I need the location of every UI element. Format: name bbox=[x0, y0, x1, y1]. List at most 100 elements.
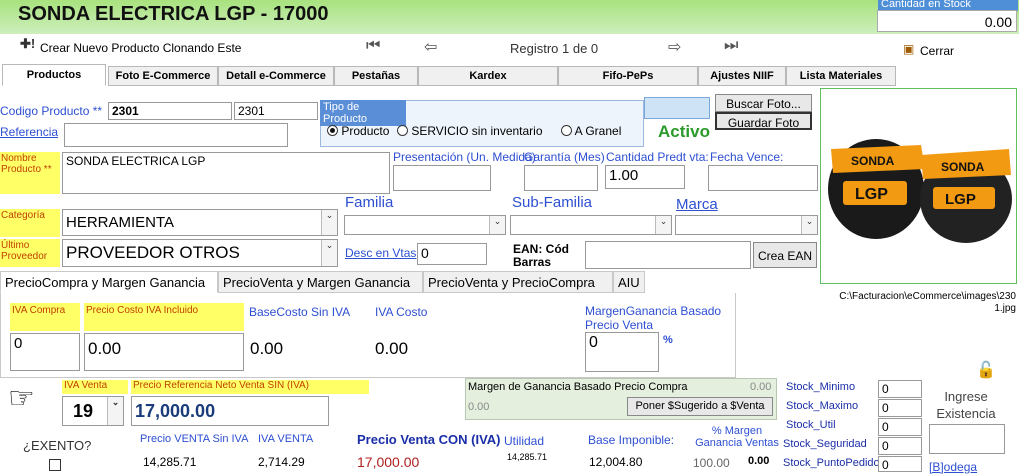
garantia-input[interactable] bbox=[524, 165, 598, 191]
poner-sugerido-button[interactable]: Poner $Sugerido a $Venta bbox=[627, 397, 773, 416]
stock-seguridad-input[interactable]: 0 bbox=[878, 437, 922, 455]
garantia-label: Garantía (Mes) bbox=[524, 150, 605, 164]
tipo-option-granel[interactable]: A Granel bbox=[561, 124, 621, 138]
costo-iva-input[interactable]: 0.00 bbox=[84, 333, 244, 371]
chevron-down-icon: ⌄ bbox=[801, 216, 817, 234]
presentacion-input[interactable] bbox=[393, 165, 491, 191]
tipo-option-producto-label: Producto bbox=[341, 124, 390, 138]
clone-plus-icon[interactable]: ✚! bbox=[20, 36, 35, 52]
close-button[interactable]: Cerrar bbox=[920, 44, 954, 58]
base-imponible-label: Base Imponible: bbox=[588, 433, 675, 447]
last-record-icon[interactable]: ⏭ bbox=[724, 37, 738, 55]
margen-compra-value2: 0.00 bbox=[468, 401, 490, 413]
tab-pestanas[interactable]: Pestañas bbox=[334, 66, 418, 86]
percent-sign: % bbox=[663, 334, 673, 346]
crea-ean-button[interactable]: Crea EAN bbox=[753, 242, 817, 268]
lock-icon[interactable]: 🔓 bbox=[976, 360, 996, 380]
pv-con-iva-value: 17,000.00 bbox=[357, 454, 420, 470]
precio-ref-input[interactable]: 17,000.00 bbox=[131, 396, 329, 426]
tab-detall-ecommerce[interactable]: Detall e-Commerce bbox=[218, 66, 334, 86]
iva-compra-input[interactable]: 0 bbox=[10, 333, 80, 371]
prev-record-icon[interactable]: ⇦ bbox=[424, 37, 437, 57]
photo-logo-text-1: LGP bbox=[855, 186, 888, 203]
pv-con-iva-label: Precio Venta CON (IVA) bbox=[357, 432, 501, 447]
categoria-select[interactable]: HERRAMIENTA ⌄ bbox=[62, 209, 338, 236]
tab-lista-materiales[interactable]: Lista Materiales bbox=[786, 66, 896, 86]
familia-select[interactable]: ⌄ bbox=[344, 215, 506, 235]
iva-venta-total-label: IVA VENTA bbox=[258, 433, 314, 445]
iva-costo-label: IVA Costo bbox=[375, 305, 428, 319]
tipo-option-servicio-label: SERVICIO sin inventario bbox=[411, 124, 543, 138]
radio-servicio-icon[interactable] bbox=[397, 125, 408, 136]
ingrese-existencia-label: Ingrese Existencia bbox=[936, 389, 996, 421]
radio-producto-icon[interactable] bbox=[327, 125, 338, 136]
buscar-foto-button[interactable]: Buscar Foto... bbox=[715, 94, 812, 112]
guardar-foto-button[interactable]: Guardar Foto bbox=[715, 112, 812, 130]
categoria-value: HERRAMIENTA bbox=[66, 214, 175, 231]
tab-ajustes-niif[interactable]: Ajustes NIIF bbox=[698, 66, 786, 86]
margen-ventas-value1: 100.00 bbox=[693, 456, 730, 470]
iva-venta-label: IVA Venta bbox=[62, 380, 128, 394]
iva-venta-select[interactable]: 19 ⌄ bbox=[62, 396, 124, 426]
exento-label: ¿EXENTO? bbox=[23, 438, 92, 453]
nombre-input[interactable]: SONDA ELECTRICA LGP bbox=[62, 152, 390, 194]
codigo-secondary-input[interactable]: 2301 bbox=[234, 102, 318, 120]
base-imponible-value: 12,004.80 bbox=[589, 455, 643, 469]
stock-util-input[interactable]: 0 bbox=[878, 418, 922, 436]
tab-precioventa-preciocompra[interactable]: PrecioVenta y PrecioCompra bbox=[423, 271, 613, 293]
ean-input[interactable] bbox=[585, 241, 751, 269]
product-photo: SONDA SONDA LGP LGP bbox=[820, 88, 1017, 284]
tab-fifo-peps[interactable]: Fifo-PePs bbox=[558, 66, 698, 86]
base-costo-label: BaseCosto Sin IVA bbox=[249, 305, 351, 319]
exento-checkbox[interactable] bbox=[49, 459, 61, 471]
tab-precioventa-margen[interactable]: PrecioVenta y Margen Ganancia bbox=[218, 271, 423, 293]
iva-costo-value: 0.00 bbox=[375, 339, 409, 358]
tipo-option-producto[interactable]: Producto bbox=[327, 124, 389, 138]
chevron-down-icon: ⌄ bbox=[321, 240, 337, 266]
stock-minimo-input[interactable]: 0 bbox=[878, 380, 922, 398]
iva-venta-value: 19 bbox=[73, 401, 94, 421]
chevron-down-icon: ⌄ bbox=[489, 216, 505, 234]
stock-maximo-input[interactable]: 0 bbox=[878, 399, 922, 417]
cantidad-input[interactable]: 1.00 bbox=[605, 165, 685, 189]
stock-puntopedido-label: Stock_PuntoPedido bbox=[783, 457, 880, 469]
tab-aiu[interactable]: AIU bbox=[613, 271, 645, 293]
margen-ventas-value2: 0.00 bbox=[748, 455, 770, 467]
main-tabs: Productos Foto E-Commerce Detall e-Comme… bbox=[0, 64, 1019, 86]
tab-kardex[interactable]: Kardex bbox=[418, 66, 558, 86]
stock-puntopedido-input[interactable]: 0 bbox=[878, 456, 922, 472]
costo-iva-label: Precio Costo IVA Incluido bbox=[84, 303, 244, 331]
familia-label: Familia bbox=[345, 194, 394, 211]
proveedor-value: PROVEEDOR OTROS bbox=[66, 243, 240, 262]
tab-preciocompra-margen[interactable]: PrecioCompra y Margen Ganancia bbox=[0, 271, 218, 293]
referencia-input[interactable] bbox=[64, 123, 288, 147]
codigo-input[interactable]: 2301 bbox=[108, 102, 232, 120]
next-record-icon[interactable]: ⇨ bbox=[668, 37, 681, 57]
tipo-option-granel-label: A Granel bbox=[574, 124, 622, 138]
record-counter: Registro 1 de 0 bbox=[510, 41, 599, 56]
iva-venta-total-value: 2,714.29 bbox=[258, 455, 305, 469]
price-tabs: PrecioCompra y Margen Ganancia PrecioVen… bbox=[0, 271, 740, 293]
photo-logo-text-2: LGP bbox=[945, 191, 976, 208]
proveedor-select[interactable]: PROVEEDOR OTROS ⌄ bbox=[62, 239, 338, 267]
radio-granel-icon[interactable] bbox=[561, 125, 572, 136]
pointing-hand-icon: ☞ bbox=[8, 382, 35, 415]
subfamilia-select[interactable]: ⌄ bbox=[510, 215, 672, 235]
close-icon[interactable]: ▣ bbox=[903, 42, 914, 56]
tipo-option-servicio[interactable]: SERVICIO sin inventario bbox=[397, 124, 543, 138]
fecha-vence-input[interactable] bbox=[708, 165, 818, 191]
tab-productos[interactable]: Productos bbox=[2, 64, 106, 86]
margen-ventas-label: % Margen Ganancia Ventas bbox=[695, 425, 779, 449]
stock-maximo-label: Stock_Maximo bbox=[786, 400, 859, 412]
categoria-label: Categoría bbox=[0, 209, 60, 237]
margen-venta-input[interactable]: 0 bbox=[585, 332, 659, 372]
page-title: SONDA ELECTRICA LGP - 17000 bbox=[18, 3, 329, 25]
desc-vtas-input[interactable]: 0 bbox=[417, 243, 487, 265]
clone-product-link[interactable]: Crear Nuevo Producto Clonando Este bbox=[40, 41, 241, 55]
first-record-icon[interactable]: ⏮ bbox=[366, 37, 380, 55]
marca-select[interactable]: ⌄ bbox=[675, 215, 818, 235]
existencia-input[interactable] bbox=[929, 424, 1005, 454]
product-photo-graphic: SONDA SONDA LGP LGP bbox=[828, 139, 1012, 243]
cantidad-label: Cantidad Predt vta: bbox=[606, 150, 709, 164]
tab-foto-ecommerce[interactable]: Foto E-Commerce bbox=[108, 66, 218, 86]
